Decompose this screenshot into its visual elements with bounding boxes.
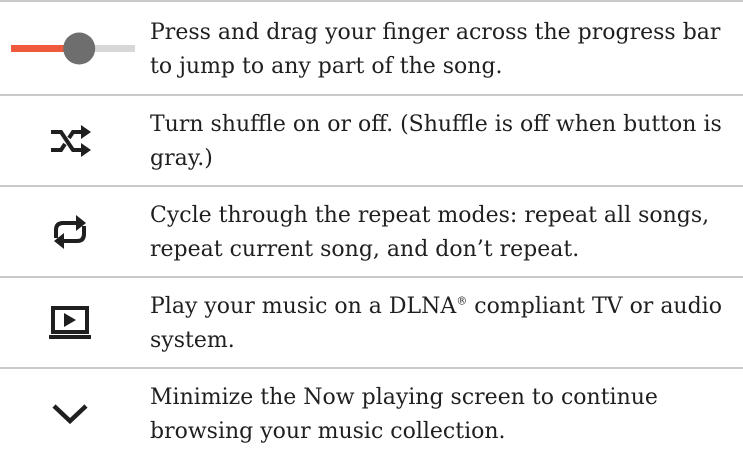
music-controls-table: Press and drag your finger across the pr… [0,0,743,459]
progress-slider-icon [0,2,140,94]
chevron-down-icon [0,369,140,459]
row-text-shuffle: Turn shuffle on or off. (Shuffle is off … [150,112,722,171]
table-row-shuffle: Turn shuffle on or off. (Shuffle is off … [0,94,743,185]
progress-thumb [63,32,96,65]
table-row-dlna: Play your music on a DLNA® compliant TV … [0,276,743,367]
row-text-repeat: Cycle through the repeat modes: repeat a… [150,203,710,262]
dlna-text-before: Play your music on a DLNA [150,294,457,319]
table-row-progress: Press and drag your finger across the pr… [0,0,743,94]
progress-slider-graphic [11,32,135,65]
row-text-progress: Press and drag your finger across the pr… [150,20,721,79]
row-text-dlna: Play your music on a DLNA® compliant TV … [150,290,740,358]
table-row-minimize: Minimize the Now playing screen to conti… [0,367,743,459]
registered-mark: ® [456,294,468,308]
table-row-repeat: Cycle through the repeat modes: repeat a… [0,185,743,276]
dlna-play-icon [0,278,140,367]
repeat-icon [0,187,140,276]
row-text-minimize: Minimize the Now playing screen to conti… [150,385,658,444]
shuffle-icon [0,96,140,185]
